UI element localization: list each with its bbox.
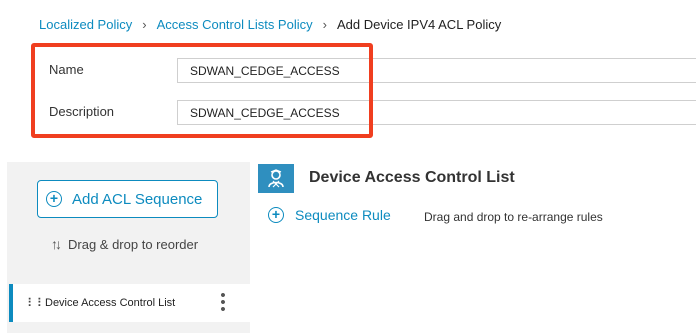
drag-handle-icon[interactable]: ⠇⠇	[27, 297, 46, 309]
highlight-box	[31, 43, 373, 138]
device-access-icon	[258, 164, 294, 193]
reorder-hint-label: Drag & drop to reorder	[68, 236, 199, 252]
sequence-item-label: Device Access Control List	[45, 297, 176, 309]
add-acl-sequence-button[interactable]: + Add ACL Sequence	[37, 180, 218, 218]
breadcrumb-localized-policy[interactable]: Localized Policy	[39, 17, 132, 32]
chevron-right-icon: ›	[142, 17, 147, 32]
page: Localized Policy › Access Control Lists …	[0, 0, 696, 333]
more-options-icon[interactable]: • • •	[219, 288, 227, 317]
drag-rules-hint: Drag and drop to re-arrange rules	[424, 210, 603, 224]
section-title: Device Access Control List	[309, 169, 515, 186]
add-sequence-rule-button[interactable]: + Sequence Rule	[268, 207, 391, 223]
plus-circle-icon: +	[46, 191, 62, 207]
breadcrumb: Localized Policy › Access Control Lists …	[39, 17, 501, 32]
sequence-rule-label: Sequence Rule	[295, 207, 391, 223]
breadcrumb-acl-policy[interactable]: Access Control Lists Policy	[157, 17, 313, 32]
plus-circle-icon: +	[268, 207, 284, 223]
sort-arrows-icon: ↑↓	[51, 236, 62, 252]
reorder-hint: ↑↓ Drag & drop to reorder	[51, 236, 198, 252]
chevron-right-icon: ›	[322, 17, 327, 32]
sequence-item-device-access-control-list[interactable]: ⠇⠇ Device Access Control List • • •	[9, 284, 250, 322]
add-acl-sequence-label: Add ACL Sequence	[72, 190, 203, 208]
breadcrumb-current: Add Device IPV4 ACL Policy	[336, 17, 502, 32]
